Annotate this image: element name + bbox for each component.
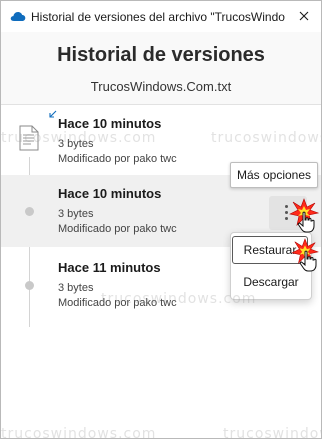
version-history-window: Historial de versiones del archivo "Truc… [0,0,322,439]
version-modified-by: Modificado por pako twc [58,153,177,165]
version-time: Hace 11 minutos [58,260,161,275]
new-indicator-icon [49,110,57,118]
watermark: trucoswindows.com [1,130,157,146]
version-size: 3 bytes [58,282,94,294]
watermark: trucoswindows.com [211,130,321,146]
title-bar: Historial de versiones del archivo "Truc… [1,1,321,32]
version-size: 3 bytes [58,208,94,220]
watermark: trucoswindows.com [223,426,321,439]
close-icon [299,11,309,21]
hand-cursor-icon [297,211,315,233]
onedrive-cloud-icon [10,12,26,21]
file-name: TrucosWindows.Com.txt [90,79,232,94]
more-options-tooltip: Más opciones [230,162,318,188]
version-time: Hace 10 minutos [58,116,162,131]
page-title: Historial de versiones [57,44,265,66]
header: Historial de versiones TrucosWindows.Com… [1,32,321,105]
watermark: trucoswindows.com [1,426,157,439]
version-modified-by: Modificado por pako twc [58,223,177,235]
window-title: Historial de versiones del archivo "Truc… [31,10,285,24]
timeline-dot [25,281,34,290]
version-time: Hace 10 minutos [58,186,162,201]
hand-cursor-icon [299,250,317,272]
timeline-dot [25,207,34,216]
watermark: trucoswindows.com [101,291,257,307]
close-button[interactable] [295,7,313,25]
